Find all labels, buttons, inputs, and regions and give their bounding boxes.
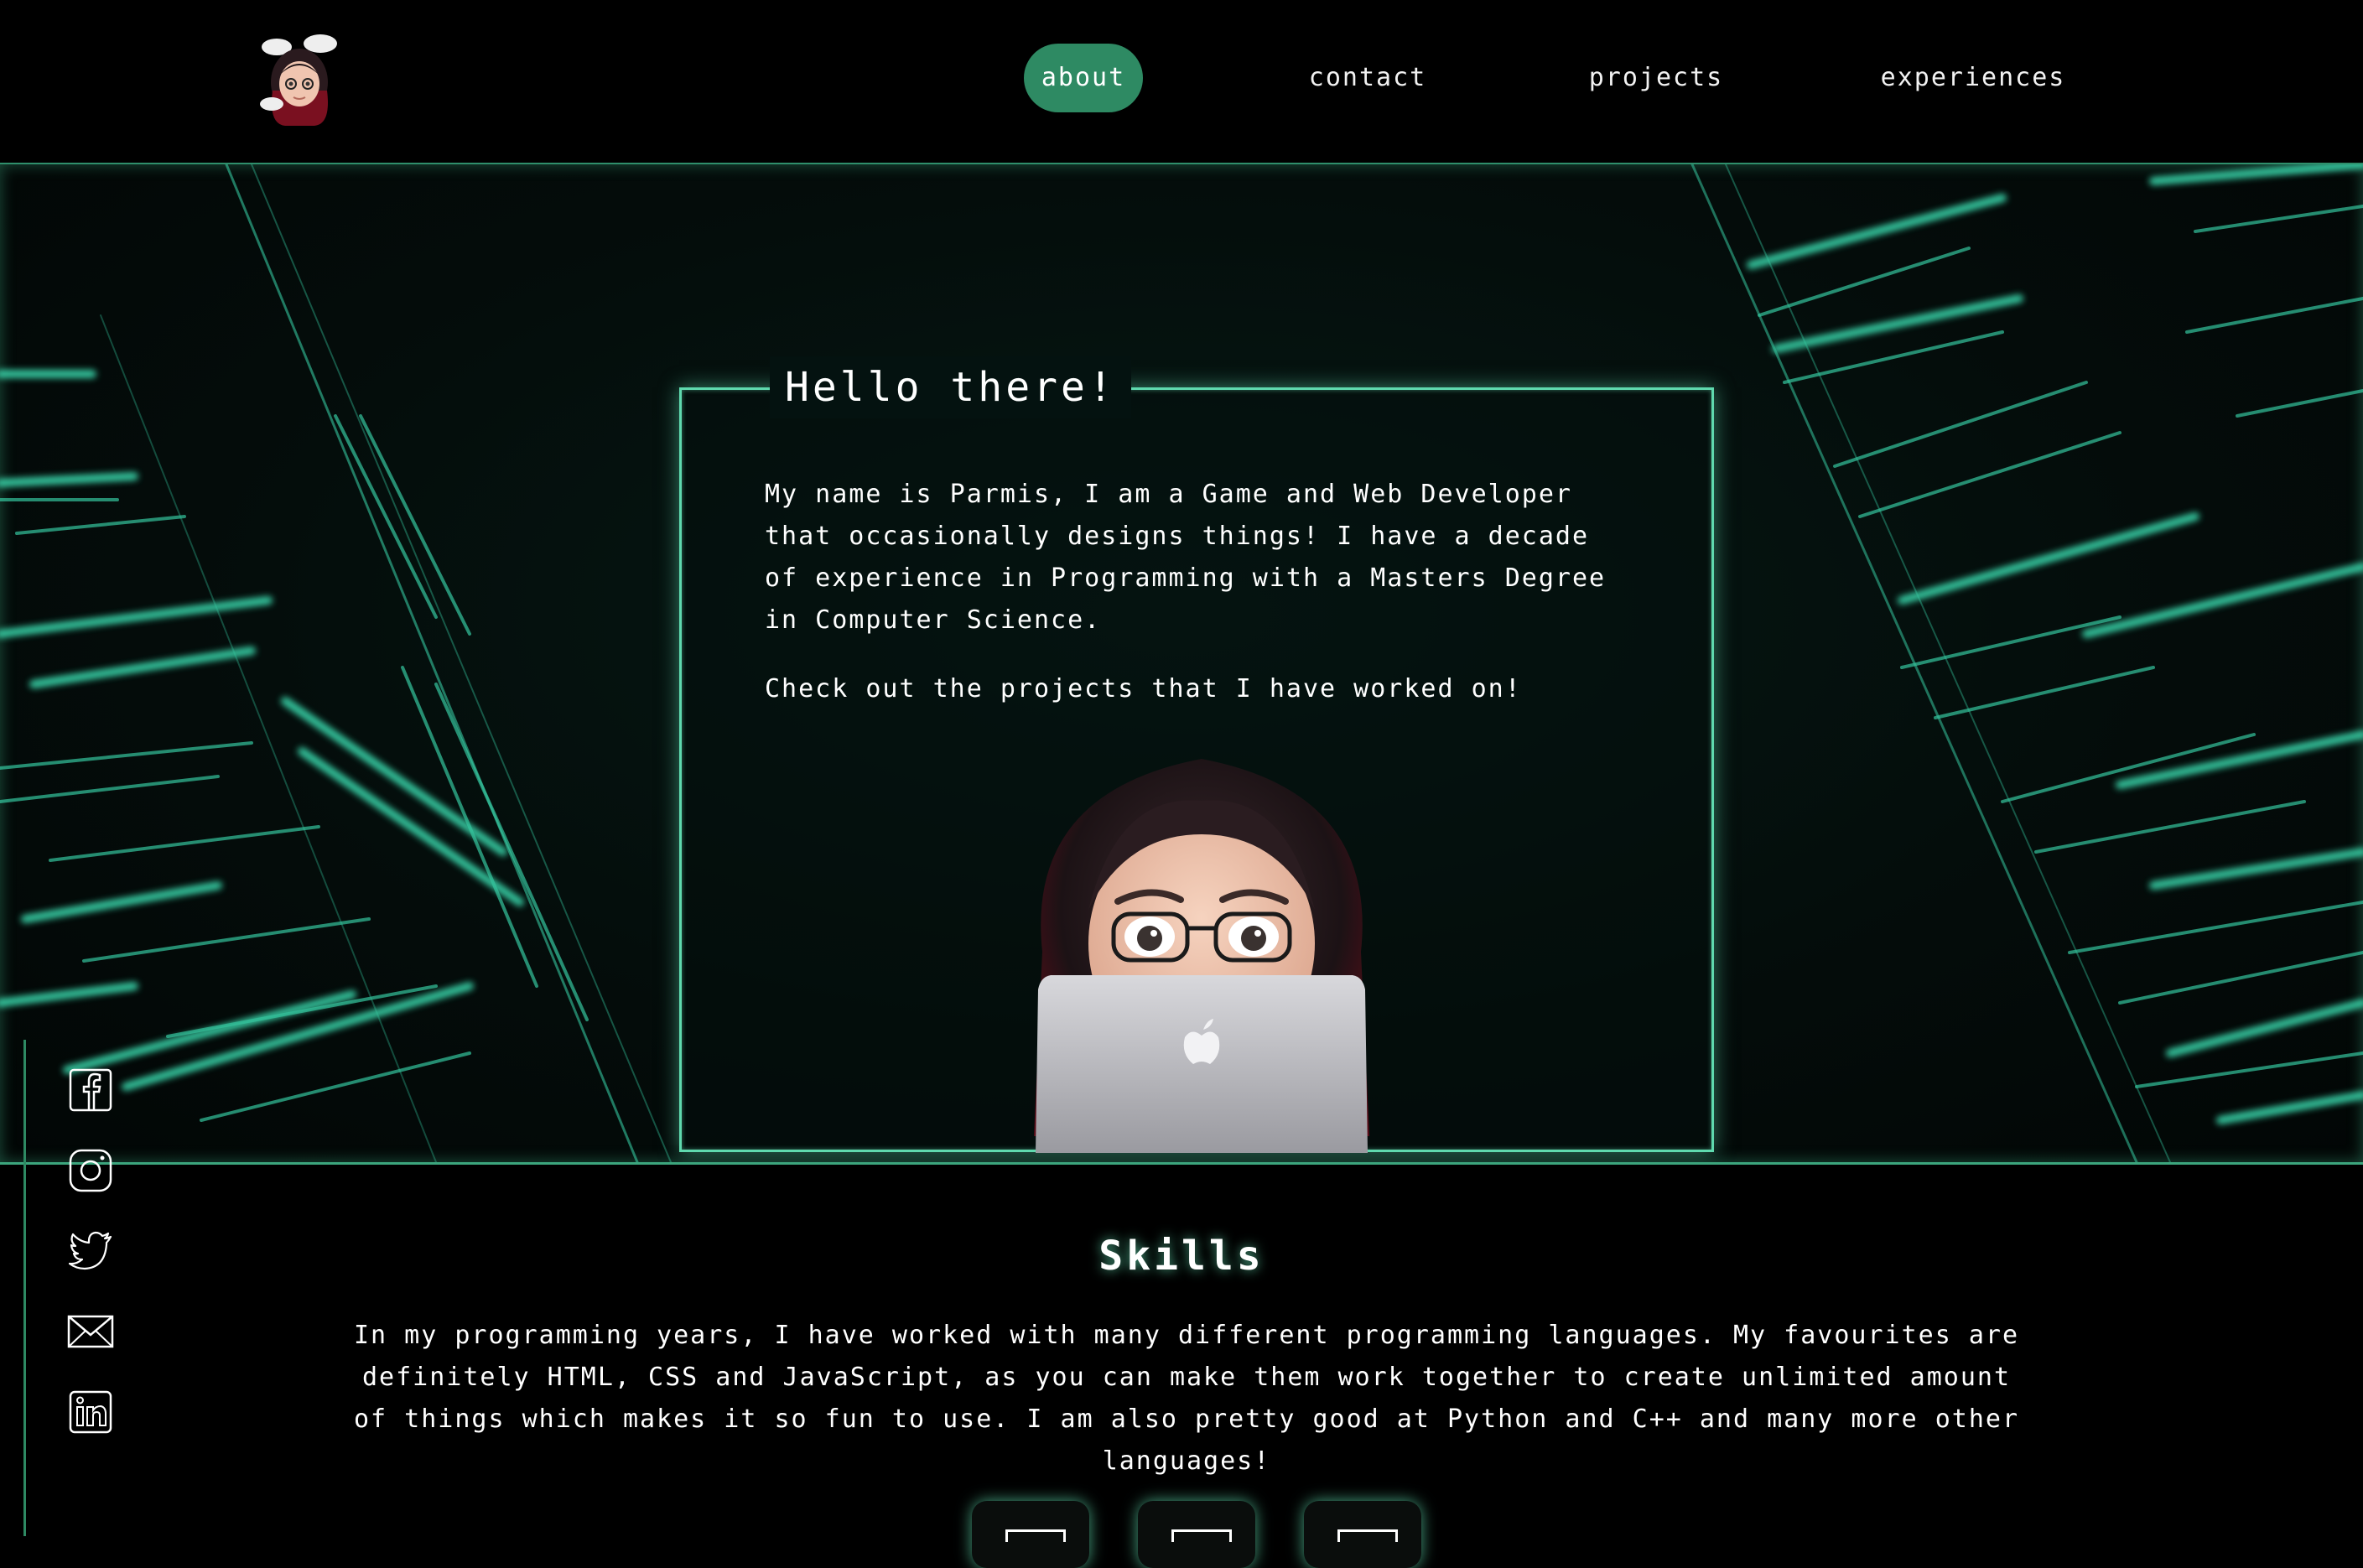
memoji-logo[interactable] xyxy=(252,32,348,128)
linkedin-icon[interactable] xyxy=(67,1389,114,1436)
skills-description: In my programming years, I have worked w… xyxy=(353,1321,2020,1476)
nav-about[interactable]: about xyxy=(1024,44,1143,112)
site-header: about contact projects experiences xyxy=(0,0,2363,163)
skill-card[interactable] xyxy=(1304,1501,1421,1568)
skills-title: Skills xyxy=(1098,1233,1265,1280)
hello-title: Hello there! xyxy=(770,356,1131,418)
skill-card[interactable] xyxy=(972,1501,1089,1568)
email-icon[interactable] xyxy=(67,1308,114,1355)
memoji-laptop-illustration xyxy=(1034,759,1369,1153)
intro-paragraph: My name is Parmis, I am a Game and Web D… xyxy=(765,480,1607,635)
nav-projects[interactable]: projects xyxy=(1583,44,1729,112)
facebook-icon[interactable] xyxy=(67,1067,114,1114)
instagram-icon[interactable] xyxy=(67,1147,114,1194)
nav-contact[interactable]: contact xyxy=(1298,44,1437,112)
projects-prompt: Check out the projects that I have worke… xyxy=(765,674,1522,704)
social-sidebar-line xyxy=(23,1040,26,1536)
skill-card[interactable] xyxy=(1138,1501,1255,1568)
hello-card: Hello there! My name is Parmis, I am a G… xyxy=(679,356,1714,1153)
hero-section: Hello there! My name is Parmis, I am a G… xyxy=(0,163,2363,1165)
code-background-left xyxy=(0,164,672,1162)
code-background-right xyxy=(1690,164,2363,1162)
nav-experiences[interactable]: experiences xyxy=(1875,44,2071,112)
